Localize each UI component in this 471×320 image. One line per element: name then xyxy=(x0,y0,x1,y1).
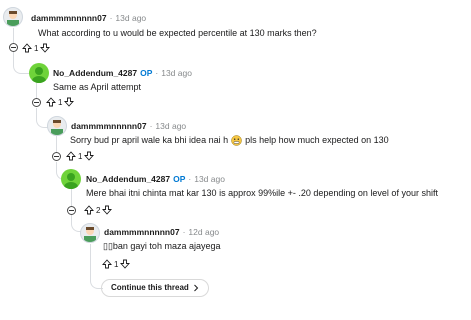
thread-line xyxy=(90,244,91,274)
comment-text: Sorry bud pr april wale ka bhi idea nai … xyxy=(70,135,229,145)
downvote-icon[interactable] xyxy=(40,43,51,53)
comment-actions: 1 xyxy=(22,42,51,54)
comment-actions: 1 xyxy=(102,258,131,270)
avatar[interactable] xyxy=(47,116,67,136)
downvote-icon[interactable] xyxy=(84,151,95,161)
separator: · xyxy=(188,174,192,184)
vote-score: 1 xyxy=(58,97,63,107)
comment-text: pls help how much expected on 130 xyxy=(245,135,389,145)
username[interactable]: dammmmnnnnn07 xyxy=(104,227,180,237)
avatar[interactable] xyxy=(29,63,49,83)
continue-thread-button[interactable]: Continue this thread xyxy=(101,279,209,297)
separator: · xyxy=(149,121,153,131)
collapse-button[interactable] xyxy=(9,43,18,52)
comment-body: Same as April attempt xyxy=(53,82,142,92)
thread-line xyxy=(71,189,72,206)
collapse-button[interactable] xyxy=(67,206,76,215)
avatar[interactable] xyxy=(3,7,23,27)
collapse-button[interactable] xyxy=(52,152,61,161)
avatar[interactable] xyxy=(61,169,81,189)
downvote-icon[interactable] xyxy=(120,259,131,269)
vote-score: 1 xyxy=(114,259,119,269)
upvote-icon[interactable] xyxy=(66,151,76,161)
upvote-icon[interactable] xyxy=(46,97,56,107)
op-badge: OP xyxy=(140,68,153,78)
comment-body: ▯▯ban gayi toh maza ajayega xyxy=(103,241,221,251)
separator: · xyxy=(109,13,113,23)
op-badge: OP xyxy=(173,174,186,184)
comment-body: What according to u would be expected pe… xyxy=(38,28,317,38)
comment-actions: 1 xyxy=(46,96,75,108)
vote-score: 2 xyxy=(96,205,101,215)
comment-body: Sorry bud pr april wale ka bhi idea nai … xyxy=(70,135,389,146)
vote-score: 1 xyxy=(34,43,39,53)
comment-meta: dammmmnnnnn07 · 12d ago xyxy=(104,227,219,237)
comment-meta: dammmmnnnnn07 · 13d ago xyxy=(31,13,146,23)
upvote-icon[interactable] xyxy=(22,43,32,53)
username[interactable]: No_Addendum_4287 xyxy=(86,174,170,184)
separator: · xyxy=(182,227,186,237)
upvote-icon[interactable] xyxy=(102,259,112,269)
downvote-icon[interactable] xyxy=(102,205,113,215)
timestamp[interactable]: 13d ago xyxy=(161,68,192,78)
comment-body: Mere bhai itni chinta mat kar 130 is app… xyxy=(86,188,438,198)
timestamp[interactable]: 13d ago xyxy=(115,13,146,23)
username[interactable]: dammmmnnnnn07 xyxy=(71,121,147,131)
comment-meta: No_Addendum_4287 OP · 13d ago xyxy=(86,174,225,184)
comment-actions: 2 xyxy=(84,204,113,216)
avatar[interactable] xyxy=(80,223,100,243)
downvote-icon[interactable] xyxy=(64,97,75,107)
vote-score: 1 xyxy=(78,151,83,161)
grimace-emoji-icon xyxy=(231,135,242,146)
chevron-right-icon xyxy=(193,284,198,292)
username[interactable]: No_Addendum_4287 xyxy=(53,68,137,78)
separator: · xyxy=(155,68,159,78)
timestamp[interactable]: 13d ago xyxy=(194,174,225,184)
collapse-button[interactable] xyxy=(32,98,41,107)
upvote-icon[interactable] xyxy=(84,205,94,215)
thread-connector xyxy=(13,52,30,74)
timestamp[interactable]: 13d ago xyxy=(155,121,186,131)
comment-meta: No_Addendum_4287 OP · 13d ago xyxy=(53,68,192,78)
timestamp[interactable]: 12d ago xyxy=(188,227,219,237)
continue-thread-label: Continue this thread xyxy=(111,283,189,292)
username[interactable]: dammmmnnnnn07 xyxy=(31,13,107,23)
comment-meta: dammmmnnnnn07 · 13d ago xyxy=(71,121,186,131)
comment-actions: 1 xyxy=(66,150,95,162)
